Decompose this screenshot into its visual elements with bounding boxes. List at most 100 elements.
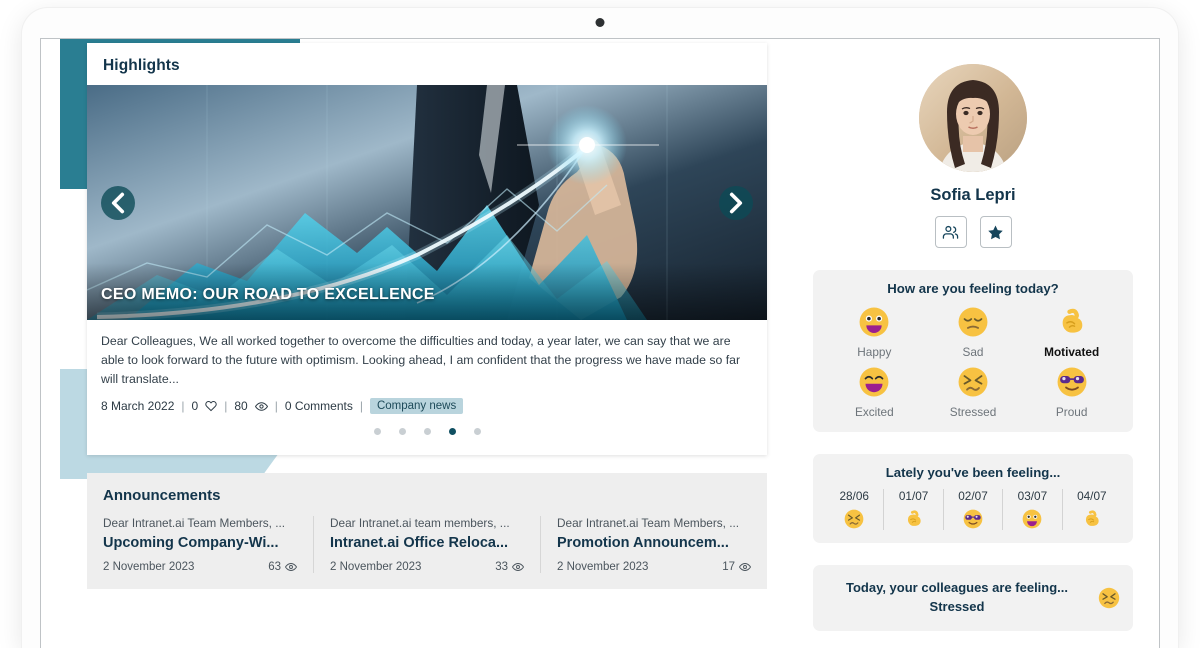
profile-actions bbox=[934, 216, 1012, 248]
flexed-biceps-icon bbox=[903, 508, 925, 530]
meta-separator-3: | bbox=[274, 399, 278, 414]
article-meta: 8 March 2022 | 0 | 80 | 0 Comments | Com… bbox=[101, 398, 753, 415]
sidebar-column: Sofia Lepri How are you feeling today? H… bbox=[813, 64, 1133, 631]
profile-name: Sofia Lepri bbox=[930, 186, 1016, 204]
carousel-prev-button[interactable] bbox=[101, 185, 135, 220]
mood-option-proud[interactable]: Proud bbox=[1022, 365, 1121, 419]
screen-viewport: Highlights CEO MEMO: OUR ROAD TO EXCELLE… bbox=[40, 38, 1160, 648]
carousel-dot[interactable] bbox=[373, 428, 381, 436]
announcement-item[interactable]: Dear Intranet.ai Team Members, ... Upcomi… bbox=[87, 516, 313, 573]
chevron-left-icon bbox=[111, 192, 125, 213]
mood-option-happy[interactable]: Happy bbox=[825, 305, 924, 359]
mood-history-entry: 03/07 bbox=[1002, 489, 1061, 530]
announcement-date: 2 November 2023 bbox=[330, 561, 422, 574]
mood-option-label: Excited bbox=[854, 405, 894, 419]
mood-option-motivated[interactable]: Motivated bbox=[1022, 305, 1121, 359]
flexed-biceps-icon bbox=[1081, 508, 1103, 530]
flexed-biceps-icon bbox=[1055, 305, 1089, 339]
favorite-button[interactable] bbox=[979, 216, 1012, 248]
announcement-views: 17 bbox=[722, 561, 751, 573]
carousel-dot[interactable] bbox=[423, 428, 431, 436]
mood-history-entry: 01/07 bbox=[883, 489, 942, 530]
carousel-dot[interactable] bbox=[473, 428, 481, 436]
colleagues-mood-text: Today, your colleagues are feeling... St… bbox=[825, 579, 1089, 617]
mood-option-sad[interactable]: Sad bbox=[924, 305, 1023, 359]
announcement-footer: 2 November 2023 33 bbox=[330, 561, 524, 573]
announcement-views: 33 bbox=[495, 561, 524, 573]
announcement-date: 2 November 2023 bbox=[103, 561, 195, 574]
mood-option-label: Stressed bbox=[949, 405, 997, 419]
announcements-card: Announcements Dear Intranet.ai Team Memb… bbox=[87, 473, 767, 590]
mood-option-label: Happy bbox=[857, 345, 892, 359]
grinning-face-icon bbox=[1021, 508, 1043, 530]
user-avatar-photo-icon bbox=[919, 64, 1027, 172]
mood-option-label: Proud bbox=[1055, 405, 1088, 419]
star-icon bbox=[988, 225, 1003, 239]
announcement-view-count: 63 bbox=[268, 561, 281, 574]
pensive-face-icon bbox=[956, 305, 990, 339]
announcement-preview: Dear Intranet.ai team members, ... bbox=[330, 516, 510, 531]
announcement-item[interactable]: Dear Intranet.ai Team Members, ... Promot… bbox=[540, 516, 767, 574]
announcement-title[interactable]: Promotion Announcem... bbox=[557, 535, 751, 551]
mood-history-entry: 02/07 bbox=[942, 489, 1002, 530]
beaming-face-icon bbox=[857, 365, 891, 399]
highlights-header: Highlights bbox=[103, 57, 180, 74]
announcements-header: Announcements bbox=[103, 487, 221, 505]
announcement-item[interactable]: Dear Intranet.ai team members, ... Intran… bbox=[313, 516, 540, 574]
people-icon bbox=[942, 225, 959, 239]
article-excerpt: Dear Colleagues, We all worked together … bbox=[101, 334, 741, 387]
mood-history-entry: 04/07 bbox=[1061, 489, 1121, 530]
announcement-footer: 2 November 2023 63 bbox=[103, 561, 297, 573]
announcements-list: Dear Intranet.ai Team Members, ... Upcomi… bbox=[87, 516, 767, 574]
announcement-view-count: 33 bbox=[495, 561, 508, 574]
comment-count: 0 Comments bbox=[284, 399, 353, 414]
colleagues-mood-line1: Today, your colleagues are feeling... bbox=[845, 580, 1069, 595]
meta-separator: | bbox=[181, 399, 185, 414]
carousel-dot[interactable] bbox=[448, 428, 456, 436]
mood-history-date: 04/07 bbox=[1077, 489, 1107, 503]
mood-picker-panel: How are you feeling today? Happy Sad Motiv… bbox=[813, 270, 1133, 432]
grinning-face-icon bbox=[857, 305, 891, 339]
mood-option-label: Sad bbox=[962, 345, 984, 359]
heart-icon[interactable] bbox=[205, 400, 217, 412]
device-frame: Highlights CEO MEMO: OUR ROAD TO EXCELLE… bbox=[22, 8, 1178, 648]
mood-history-entry: 28/06 bbox=[825, 489, 883, 530]
carousel-dots[interactable] bbox=[101, 414, 753, 451]
camera-dot-icon bbox=[595, 18, 605, 27]
sunglasses-face-icon bbox=[962, 508, 984, 530]
profile-block: Sofia Lepri bbox=[813, 64, 1133, 248]
announcement-views: 63 bbox=[268, 561, 297, 573]
eye-icon bbox=[254, 401, 268, 411]
view-count: 80 bbox=[234, 399, 248, 414]
carousel-next-button[interactable] bbox=[719, 185, 753, 220]
hero-carousel[interactable]: CEO MEMO: OUR ROAD TO EXCELLENCE bbox=[87, 85, 767, 320]
mood-option-excited[interactable]: Excited bbox=[825, 365, 924, 419]
announcement-view-count: 17 bbox=[722, 561, 735, 574]
highlights-card: Highlights CEO MEMO: OUR ROAD TO EXCELLE… bbox=[87, 43, 767, 456]
hero-title: CEO MEMO: OUR ROAD TO EXCELLENCE bbox=[101, 286, 435, 303]
announcement-title[interactable]: Upcoming Company-Wi... bbox=[103, 535, 297, 551]
colleagues-mood-icon bbox=[1097, 586, 1121, 610]
confounded-face-icon bbox=[843, 508, 865, 530]
hero-image bbox=[87, 85, 767, 320]
carousel-dot[interactable] bbox=[398, 428, 406, 436]
confounded-face-icon bbox=[956, 365, 990, 399]
mood-history-date: 02/07 bbox=[958, 489, 988, 503]
highlights-body: Dear Colleagues, We all worked together … bbox=[87, 320, 767, 455]
mood-option-label: Motivated bbox=[1044, 345, 1100, 359]
mood-history-date: 03/07 bbox=[1017, 489, 1048, 503]
mood-history-date: 28/06 bbox=[839, 489, 869, 503]
article-date: 8 March 2022 bbox=[101, 399, 175, 414]
announcement-preview: Dear Intranet.ai Team Members, ... bbox=[557, 516, 740, 531]
mood-history-strip: 28/06 01/07 02/07 03/07 04/07 bbox=[825, 489, 1121, 530]
announcement-title[interactable]: Intranet.ai Office Reloca... bbox=[330, 535, 524, 551]
category-tag[interactable]: Company news bbox=[369, 398, 464, 415]
colleagues-button[interactable] bbox=[934, 216, 967, 248]
colleagues-mood-panel: Today, your colleagues are feeling... St… bbox=[813, 565, 1133, 631]
avatar[interactable] bbox=[919, 64, 1027, 172]
mood-option-stressed[interactable]: Stressed bbox=[924, 365, 1023, 419]
eye-icon bbox=[512, 563, 524, 572]
colleagues-mood-line2: Stressed bbox=[929, 598, 985, 614]
announcement-date: 2 November 2023 bbox=[557, 561, 649, 574]
sunglasses-face-icon bbox=[1055, 365, 1089, 399]
